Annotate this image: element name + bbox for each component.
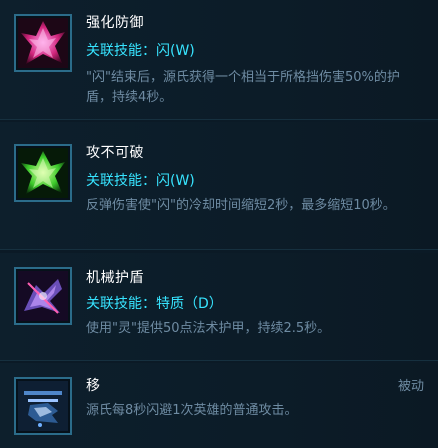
talent-description: 源氏每8秒闪避1次英雄的普通攻击。 [86,403,298,418]
talent-title: 攻不可破 [86,145,144,161]
talent-title: 强化防御 [86,15,144,31]
talent-title: 移 [86,378,101,394]
ninja-dodge-icon [18,381,68,431]
talent-description: "闪"结束后，源氏获得一个相当于所格挡伤害50%的护盾，持续4秒。 [86,70,400,105]
talent-description: 使用"灵"提供50点法术护甲，持续2.5秒。 [86,321,331,336]
talent-icon-frame [14,14,72,72]
talent-row-1[interactable]: 强化防御 关联技能：闪(W) "闪"结束后，源氏获得一个相当于所格挡伤害50%的… [0,0,438,120]
talent-row-3[interactable]: 机械护盾 关联技能：特质（D） 使用"灵"提供50点法术护甲，持续2.5秒。 [0,253,438,361]
divider [0,119,438,120]
talent-icon-frame [14,377,72,435]
talent-row-2[interactable]: 攻不可破 关联技能：闪(W) 反弹伤害使"闪"的冷却时间缩短2秒，最多缩短10秒… [0,122,438,250]
talent-icon-frame [14,144,72,202]
linked-skill: 关联技能：特质（D） [86,296,223,312]
divider [0,249,438,250]
green-crystal-shield-icon [18,148,68,198]
talent-row-4[interactable]: 移 被动 源氏每8秒闪避1次英雄的普通攻击。 [0,363,438,448]
linked-skill: 关联技能：闪(W) [86,173,195,189]
magenta-crystal-shield-icon [18,18,68,68]
talent-icon-frame [14,267,72,325]
talent-description: 反弹伤害使"闪"的冷却时间缩短2秒，最多缩短10秒。 [86,198,396,213]
passive-badge: 被动 [397,379,424,394]
cyber-ninja-shield-icon [18,271,68,321]
talent-title: 机械护盾 [86,270,144,286]
divider [0,360,438,361]
linked-skill: 关联技能：闪(W) [86,43,195,59]
